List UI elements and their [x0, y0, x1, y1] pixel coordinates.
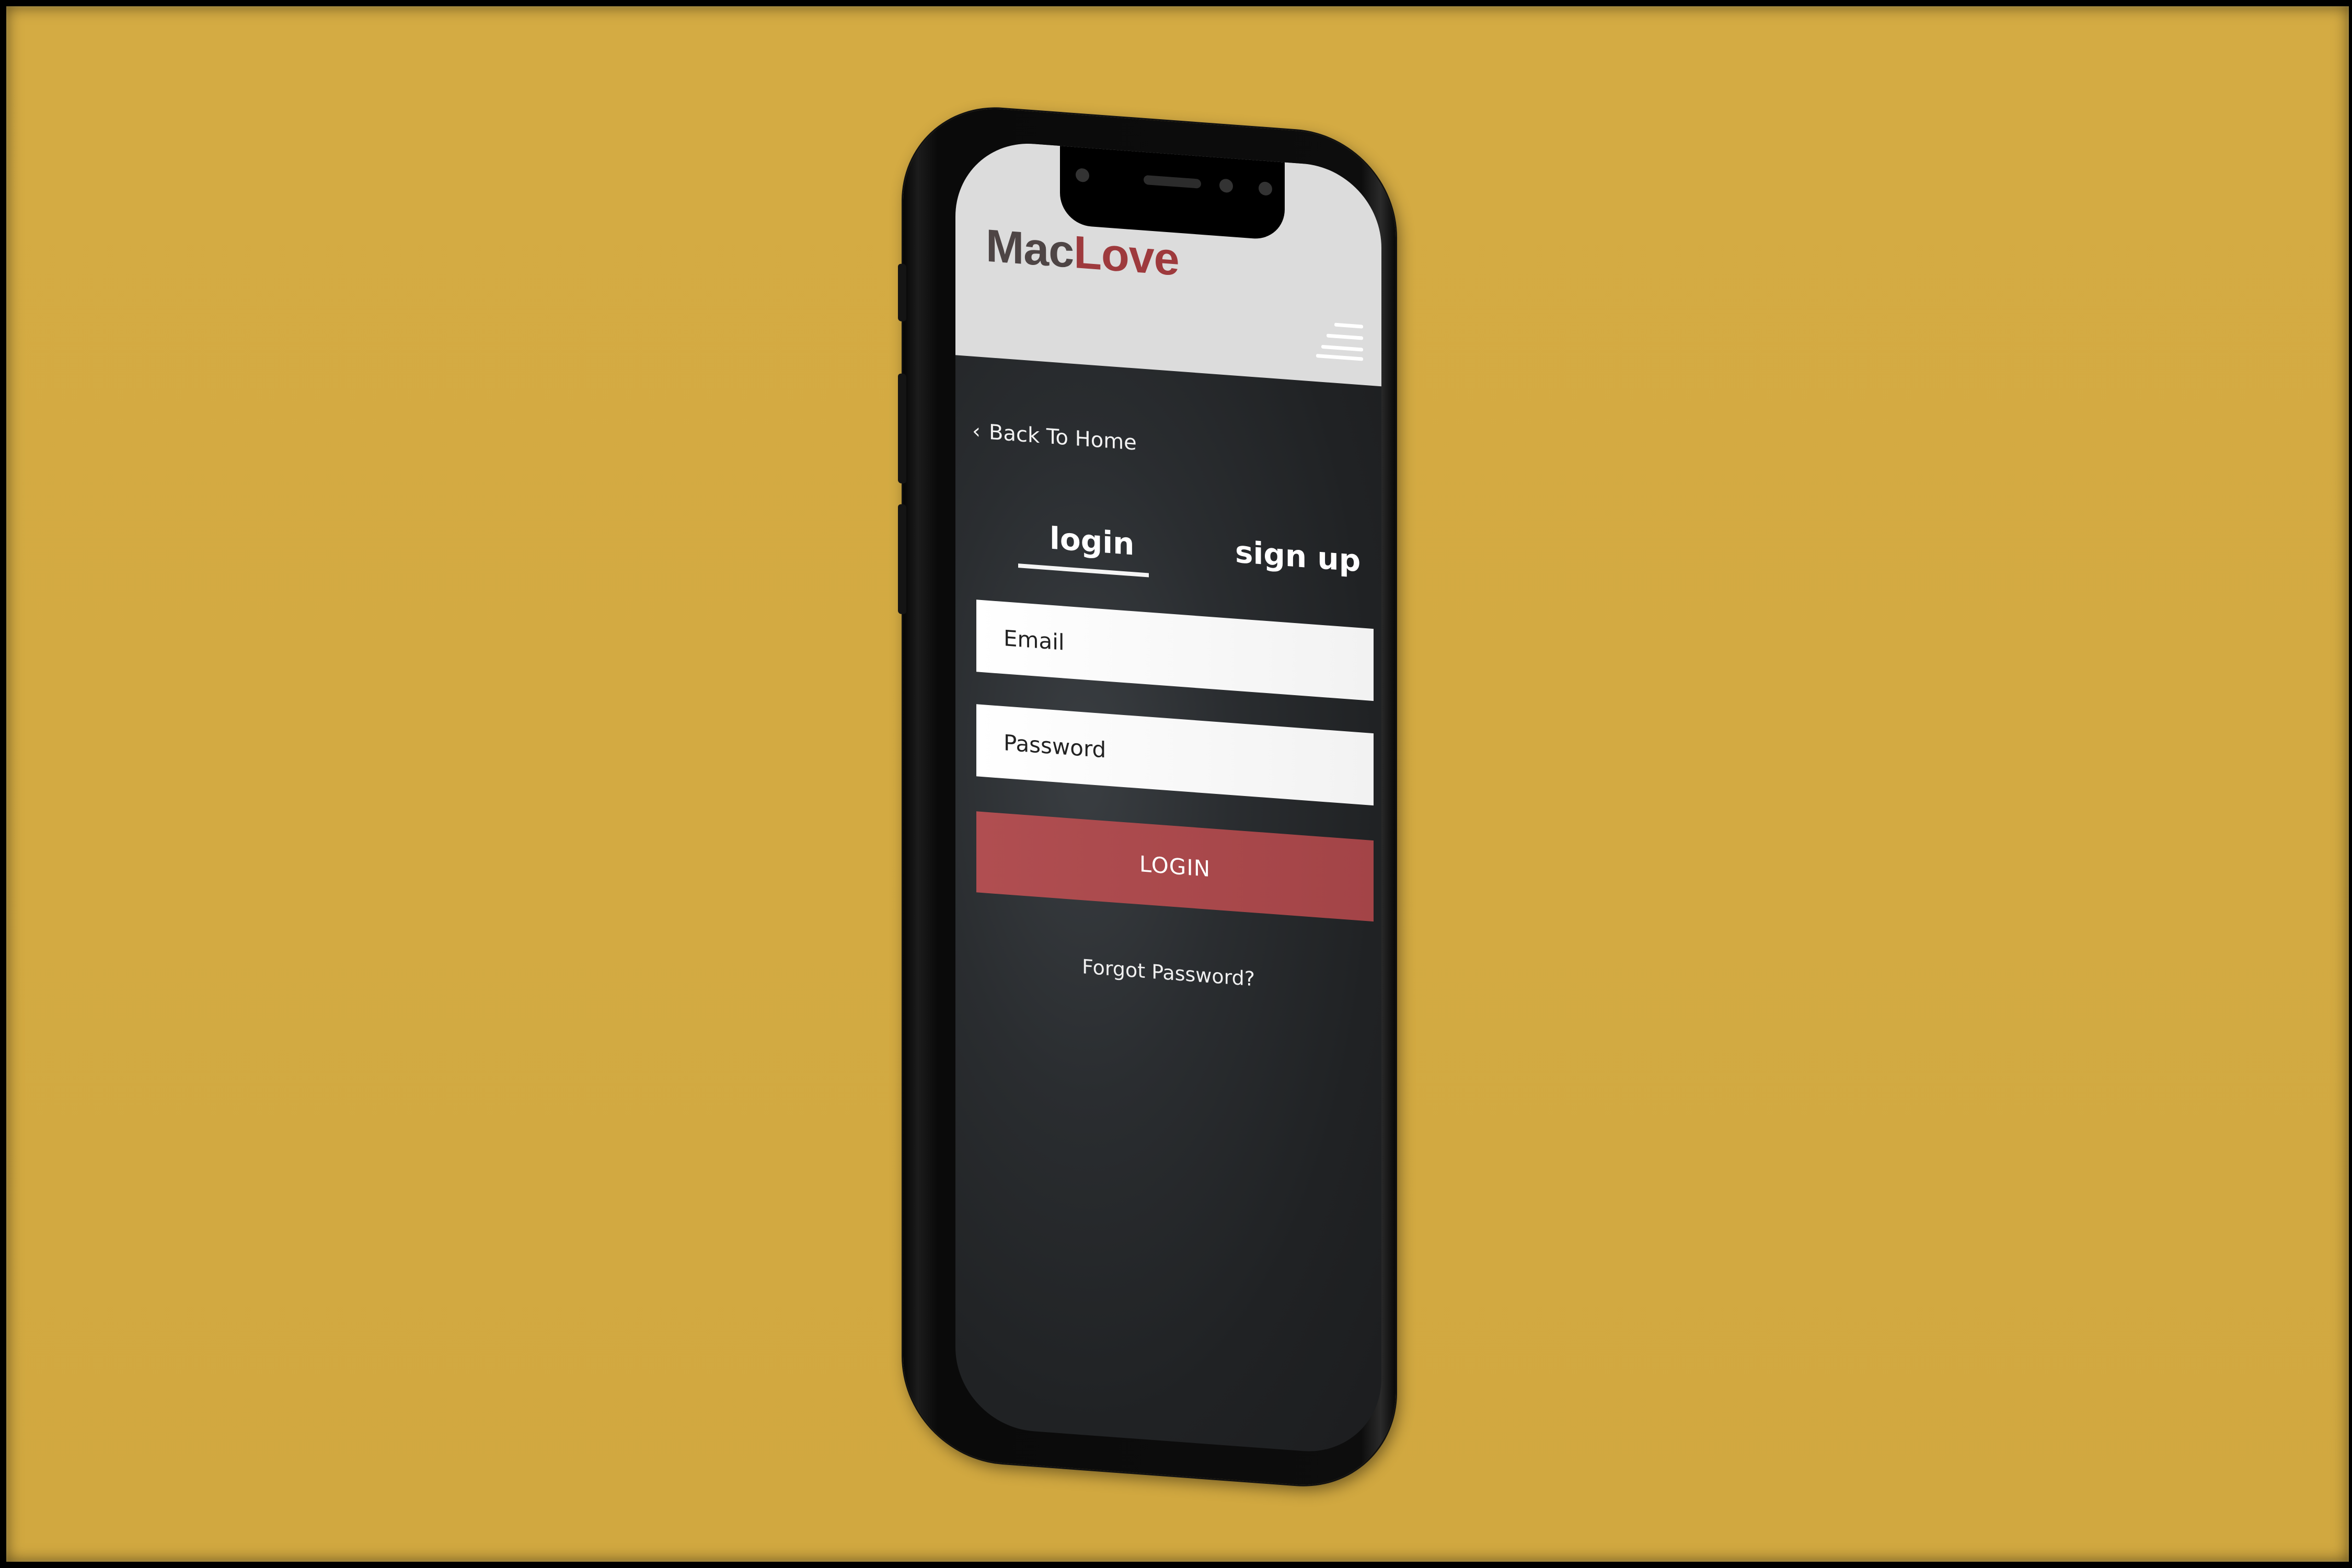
sensor-icon	[1076, 168, 1089, 183]
camera-notch	[1060, 146, 1285, 241]
password-field[interactable]	[976, 704, 1374, 806]
tab-login[interactable]: login	[1050, 521, 1134, 562]
back-to-home-link[interactable]: ‹ Back To Home	[972, 419, 1137, 455]
chevron-left-icon: ‹	[972, 419, 981, 444]
hamburger-menu-icon[interactable]	[1316, 321, 1363, 362]
volume-up-button	[898, 373, 906, 484]
camera-icon	[1219, 178, 1233, 193]
tab-sign-up[interactable]: sign up	[1235, 534, 1361, 579]
brand-logo-part2: Love	[1074, 225, 1179, 285]
brand-logo-part1: Mac	[986, 219, 1074, 278]
email-field[interactable]	[976, 599, 1374, 701]
phone-mockup: MacLove ‹ Back To Home login sign up Ema…	[898, 102, 1396, 1492]
active-tab-indicator	[1018, 563, 1149, 578]
mute-switch	[898, 263, 906, 322]
back-to-home-label: Back To Home	[989, 420, 1137, 455]
forgot-password-link[interactable]: Forgot Password?	[955, 946, 1381, 1000]
sensor-icon	[1259, 181, 1272, 196]
login-button[interactable]: LOGIN	[976, 811, 1374, 922]
speaker-grille	[1144, 175, 1201, 189]
phone-screen: MacLove ‹ Back To Home login sign up Ema…	[955, 138, 1381, 1457]
frame: MacLove ‹ Back To Home login sign up Ema…	[0, 0, 2352, 1568]
volume-down-button	[898, 504, 906, 615]
